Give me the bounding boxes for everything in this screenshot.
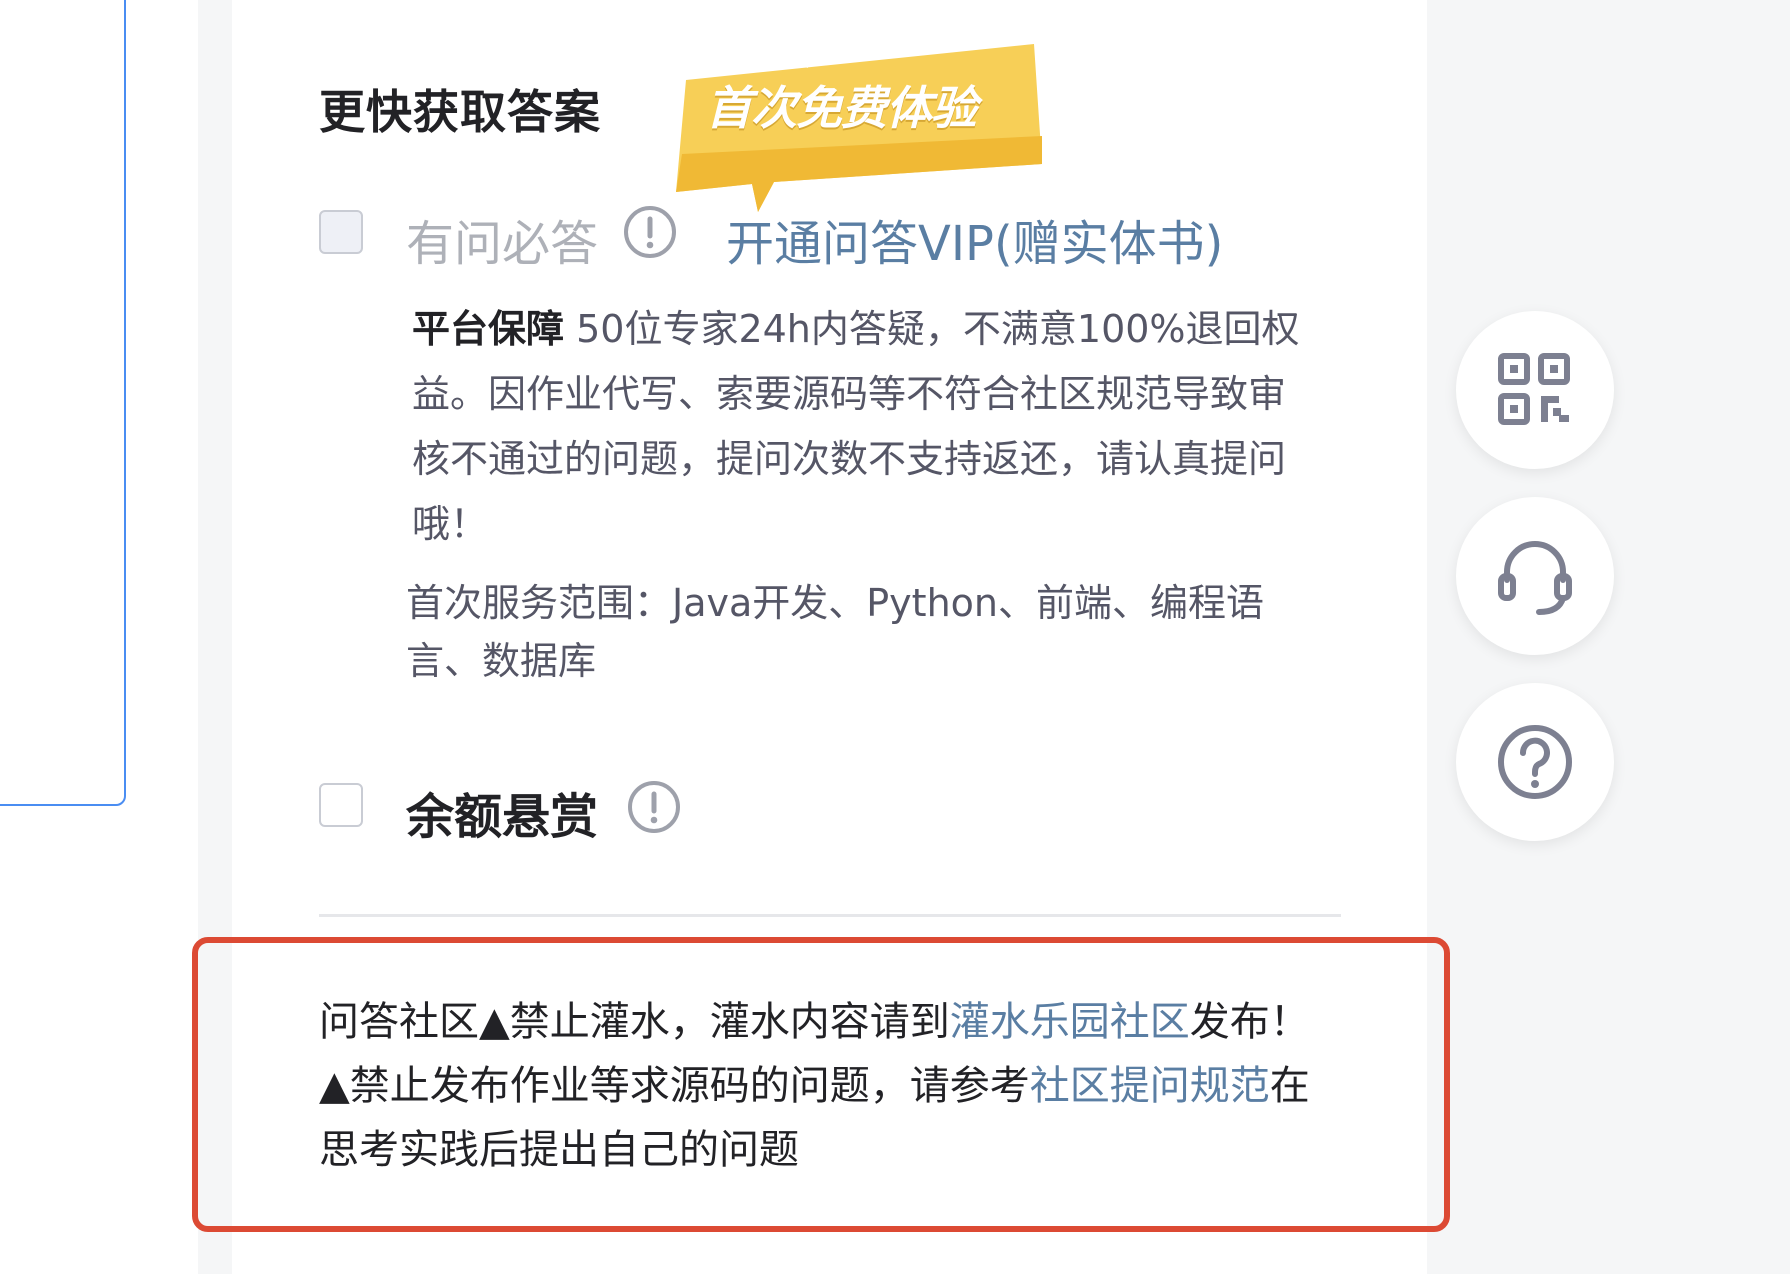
help-icon bbox=[1498, 725, 1572, 799]
promo-badge: 首次免费体验 bbox=[676, 44, 1042, 214]
divider bbox=[319, 914, 1341, 917]
vip-link[interactable]: 开通问答VIP(赠实体书) bbox=[726, 204, 1223, 274]
qa-description-strong: 平台保障 bbox=[412, 307, 565, 351]
help-button[interactable] bbox=[1456, 683, 1614, 841]
qa-info-icon[interactable] bbox=[623, 205, 677, 259]
qa-description: 平台保障 50位专家24h内答疑，不满意100%退回权益。因作业代写、索要源码等… bbox=[412, 297, 1322, 557]
link-community-guidelines[interactable]: 社区提问规范 bbox=[1030, 1063, 1270, 1109]
qrcode-button[interactable] bbox=[1456, 311, 1614, 469]
qa-service-scope: 首次服务范围：Java开发、Python、前端、编程语言、数据库 bbox=[406, 581, 1264, 683]
qa-checkbox[interactable] bbox=[319, 210, 363, 254]
headset-icon bbox=[1498, 541, 1572, 615]
promo-badge-text: 首次免费体验 bbox=[706, 81, 977, 135]
question-editor[interactable] bbox=[0, 0, 126, 806]
customer-service-button[interactable] bbox=[1456, 497, 1614, 655]
bounty-info-icon[interactable] bbox=[627, 780, 681, 834]
qa-label: 有问必答 bbox=[406, 216, 599, 272]
notice-text-1: 问答社区▲禁止灌水，灌水内容请到 bbox=[319, 999, 950, 1045]
section-title: 更快获取答案 bbox=[319, 85, 601, 139]
bounty-label: 余额悬赏 bbox=[406, 789, 599, 845]
bounty-checkbox[interactable] bbox=[319, 783, 363, 827]
community-notice: 问答社区▲禁止灌水，灌水内容请到灌水乐园社区发布！▲禁止发布作业等求源码的问题，… bbox=[319, 990, 1329, 1182]
left-pane bbox=[0, 0, 198, 1274]
link-water-park[interactable]: 灌水乐园社区 bbox=[950, 999, 1190, 1045]
qrcode-icon bbox=[1498, 353, 1570, 425]
